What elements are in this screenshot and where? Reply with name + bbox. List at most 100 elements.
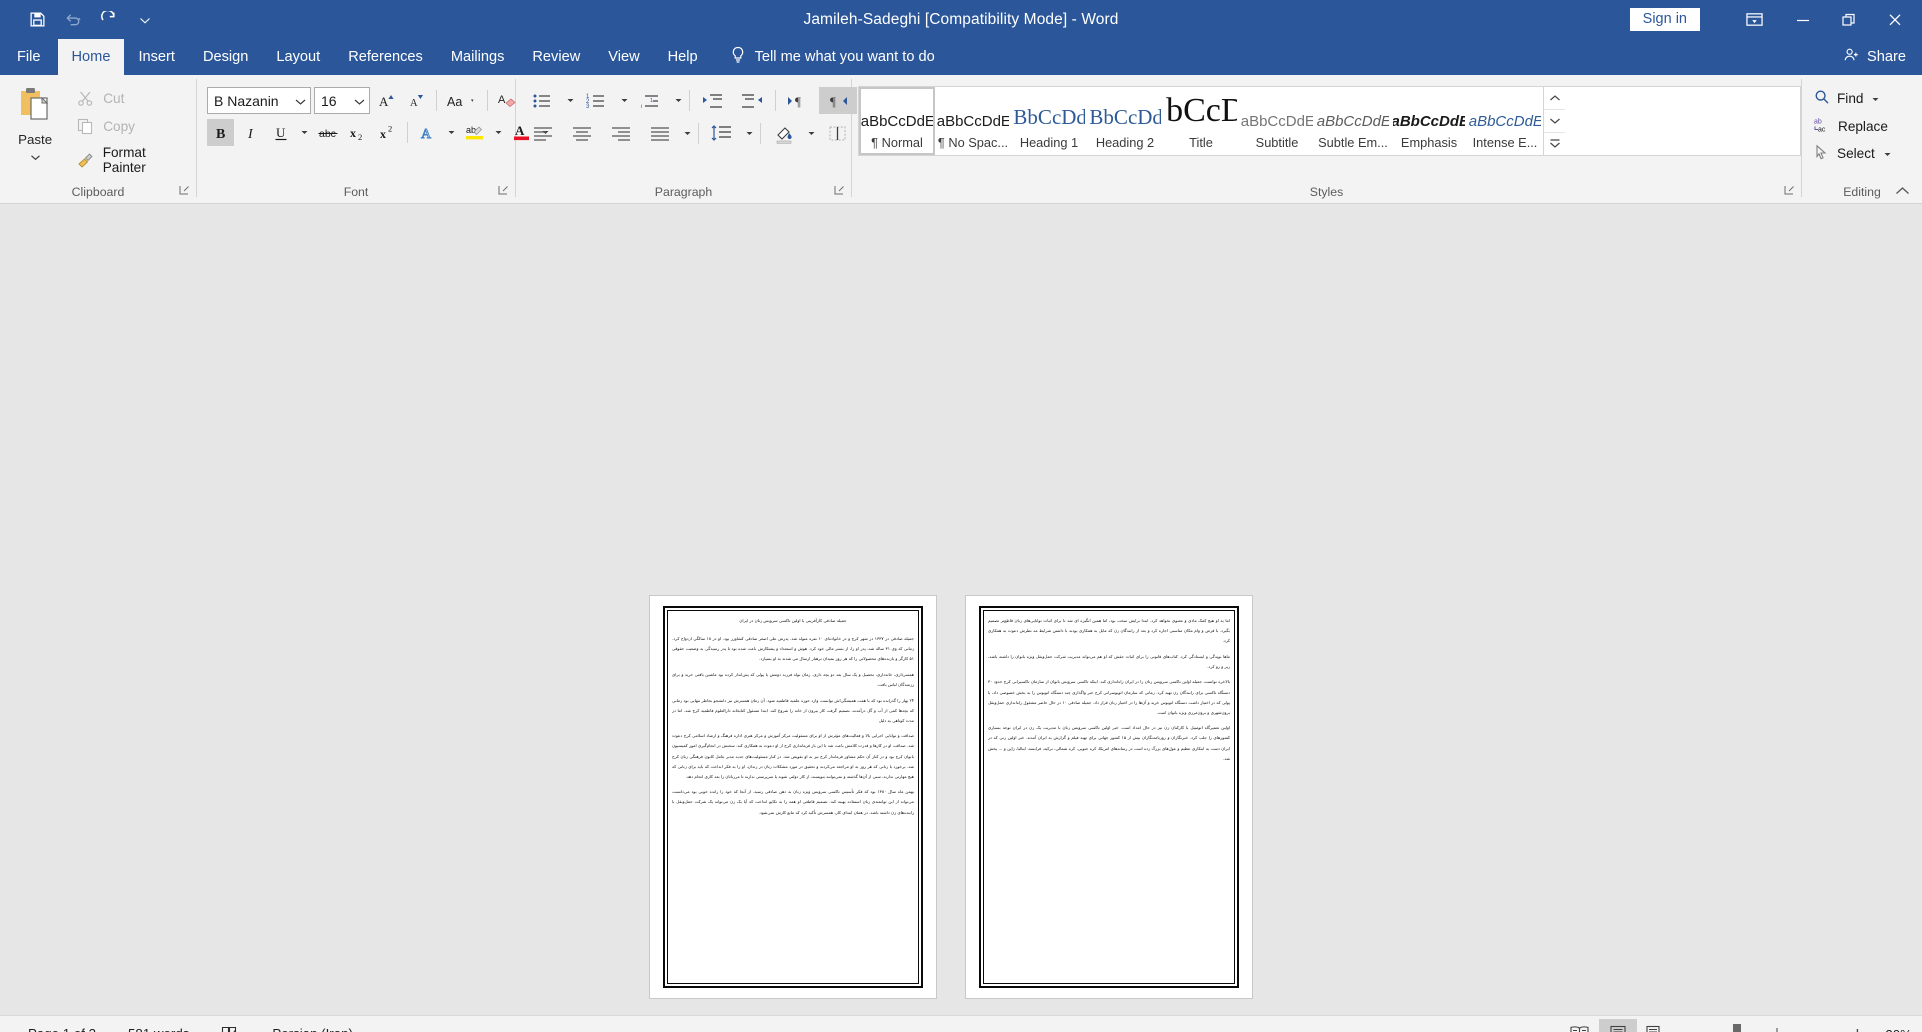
- find-button[interactable]: Find: [1810, 87, 1897, 110]
- tab-layout[interactable]: Layout: [262, 39, 334, 75]
- share-button[interactable]: Share: [1843, 39, 1906, 75]
- increase-indent-button[interactable]: [694, 87, 732, 114]
- zoom-in-button[interactable]: +: [1852, 1025, 1863, 1032]
- bullets-dropdown-icon[interactable]: [563, 87, 577, 114]
- undo-icon[interactable]: [56, 5, 90, 35]
- align-right-button[interactable]: [602, 120, 640, 147]
- zoom-slider-thumb[interactable]: [1732, 1024, 1741, 1032]
- read-mode-view-button[interactable]: [1561, 1019, 1599, 1032]
- tab-references[interactable]: References: [334, 39, 437, 75]
- tab-view[interactable]: View: [594, 39, 653, 75]
- close-icon[interactable]: [1872, 0, 1918, 39]
- text-effects-dropdown-icon[interactable]: [444, 119, 458, 146]
- align-left-button[interactable]: [524, 120, 562, 147]
- italic-button[interactable]: I: [237, 119, 264, 146]
- page-indicator[interactable]: Page 1 of 2: [12, 1026, 112, 1032]
- tab-file[interactable]: File: [0, 39, 58, 75]
- zoom-level[interactable]: 30%: [1874, 1027, 1912, 1032]
- select-button[interactable]: Select: [1810, 142, 1897, 165]
- copy-button[interactable]: Copy: [70, 115, 196, 138]
- style-item-intense-emphasis[interactable]: AaBbCcDdEe Intense E...: [1467, 87, 1543, 155]
- style-item-emphasis[interactable]: AaBbCcDdEe Emphasis: [1391, 87, 1467, 155]
- redo-icon[interactable]: [92, 5, 126, 35]
- document-page-2[interactable]: اما به او هیچ کمک مادی و معنوی نخواهد کر…: [966, 596, 1252, 998]
- styles-dialog-launcher-icon[interactable]: [1784, 185, 1795, 196]
- highlight-dropdown-icon[interactable]: [491, 119, 505, 146]
- sign-in-button[interactable]: Sign in: [1629, 7, 1700, 32]
- tell-me-search[interactable]: Tell me what you want to do: [712, 39, 945, 75]
- font-size-combo[interactable]: 16: [314, 87, 370, 114]
- minimize-icon[interactable]: [1780, 0, 1826, 39]
- bold-button[interactable]: B: [207, 119, 234, 146]
- format-painter-button[interactable]: Format Painter: [70, 143, 196, 177]
- change-case-button[interactable]: Aa: [443, 87, 481, 114]
- line-spacing-dropdown-icon[interactable]: [742, 120, 756, 147]
- font-name-combo[interactable]: B Nazanin: [207, 87, 311, 114]
- numbering-dropdown-icon[interactable]: [617, 87, 631, 114]
- clipboard-dialog-launcher-icon[interactable]: [179, 185, 190, 196]
- tab-review[interactable]: Review: [518, 39, 594, 75]
- font-dialog-launcher-icon[interactable]: [498, 185, 509, 196]
- tab-home[interactable]: Home: [57, 39, 125, 75]
- tab-insert[interactable]: Insert: [124, 39, 189, 75]
- page-2-text[interactable]: اما به او هیچ کمک مادی و معنوی نخواهد کر…: [988, 616, 1230, 980]
- underline-dropdown-icon[interactable]: [297, 119, 311, 146]
- collapse-ribbon-icon[interactable]: [1892, 182, 1912, 200]
- chevron-down-icon[interactable]: [1544, 110, 1565, 133]
- language-indicator[interactable]: Persian (Iran): [256, 1026, 369, 1032]
- style-item-normal[interactable]: AaBbCcDdEe ¶ Normal: [859, 87, 935, 155]
- strikethrough-button[interactable]: abc: [314, 119, 341, 146]
- numbering-button[interactable]: 1 2 3: [578, 87, 616, 114]
- tab-design[interactable]: Design: [189, 39, 262, 75]
- shrink-font-button[interactable]: A: [403, 87, 430, 114]
- style-item-no-spacing[interactable]: AaBbCcDdEe ¶ No Spac...: [935, 87, 1011, 155]
- justify-button[interactable]: [641, 120, 679, 147]
- text-highlight-color-button[interactable]: ab: [461, 119, 488, 146]
- style-item-title[interactable]: AaBbCcDdEe Title: [1163, 87, 1239, 155]
- web-layout-view-button[interactable]: [1637, 1019, 1675, 1032]
- line-and-paragraph-spacing-button[interactable]: [703, 120, 741, 147]
- ribbon-display-options-icon[interactable]: [1728, 0, 1780, 39]
- chevron-down-icon[interactable]: [30, 148, 41, 166]
- shading-dropdown-icon[interactable]: [804, 120, 818, 147]
- paste-button[interactable]: Paste: [0, 81, 70, 181]
- grow-font-button[interactable]: A: [373, 87, 400, 114]
- styles-gallery-scrollbar[interactable]: [1543, 87, 1565, 155]
- more-styles-icon[interactable]: [1544, 133, 1565, 155]
- save-icon[interactable]: [20, 5, 54, 35]
- print-layout-view-button[interactable]: [1598, 1019, 1637, 1032]
- paragraph-dialog-launcher-icon[interactable]: [834, 185, 845, 196]
- underline-button[interactable]: U: [267, 119, 294, 146]
- replace-button[interactable]: ab ac Replace: [1810, 114, 1897, 138]
- style-item-subtitle[interactable]: AaBbCcDdEe Subtitle: [1239, 87, 1315, 155]
- center-button[interactable]: [563, 120, 601, 147]
- document-canvas[interactable]: جمیله صادقی کارآفرینی با اولین تاکسی سرو…: [0, 204, 1922, 1015]
- text-effects-button[interactable]: A: [414, 119, 441, 146]
- subscript-button[interactable]: x2: [344, 119, 371, 146]
- chevron-down-icon[interactable]: [294, 93, 307, 109]
- chevron-up-icon[interactable]: [1544, 87, 1565, 110]
- left-to-right-text-direction-button[interactable]: ¶: [780, 87, 818, 114]
- styles-gallery[interactable]: AaBbCcDdEe ¶ Normal AaBbCcDdEe ¶ No Spac…: [858, 86, 1801, 156]
- word-count[interactable]: 581 words: [112, 1026, 205, 1032]
- customize-quick-access-toolbar-icon[interactable]: [128, 5, 162, 35]
- cut-button[interactable]: Cut: [70, 87, 196, 110]
- zoom-out-button[interactable]: −: [1691, 1025, 1702, 1032]
- proofing-errors-icon[interactable]: [205, 1025, 256, 1032]
- shading-button[interactable]: [765, 120, 803, 147]
- style-item-heading-1[interactable]: AaBbCcDdEe Heading 1: [1011, 87, 1087, 155]
- chevron-down-icon[interactable]: [1882, 146, 1893, 161]
- bullets-button[interactable]: [524, 87, 562, 114]
- superscript-button[interactable]: x2: [374, 119, 401, 146]
- restore-icon[interactable]: [1826, 0, 1872, 39]
- justify-dropdown-icon[interactable]: [680, 120, 694, 147]
- style-item-heading-2[interactable]: AaBbCcDdEe Heading 2: [1087, 87, 1163, 155]
- page-1-text[interactable]: جمیله صادقی کارآفرینی با اولین تاکسی سرو…: [672, 616, 914, 980]
- decrease-indent-button[interactable]: [733, 87, 771, 114]
- style-item-subtle-emphasis[interactable]: AaBbCcDdEe Subtle Em...: [1315, 87, 1391, 155]
- chevron-down-icon[interactable]: [1870, 91, 1881, 106]
- chevron-down-icon[interactable]: [353, 93, 366, 109]
- tab-help[interactable]: Help: [654, 39, 712, 75]
- tab-mailings[interactable]: Mailings: [437, 39, 519, 75]
- multilevel-list-button[interactable]: 1 i: [632, 87, 670, 114]
